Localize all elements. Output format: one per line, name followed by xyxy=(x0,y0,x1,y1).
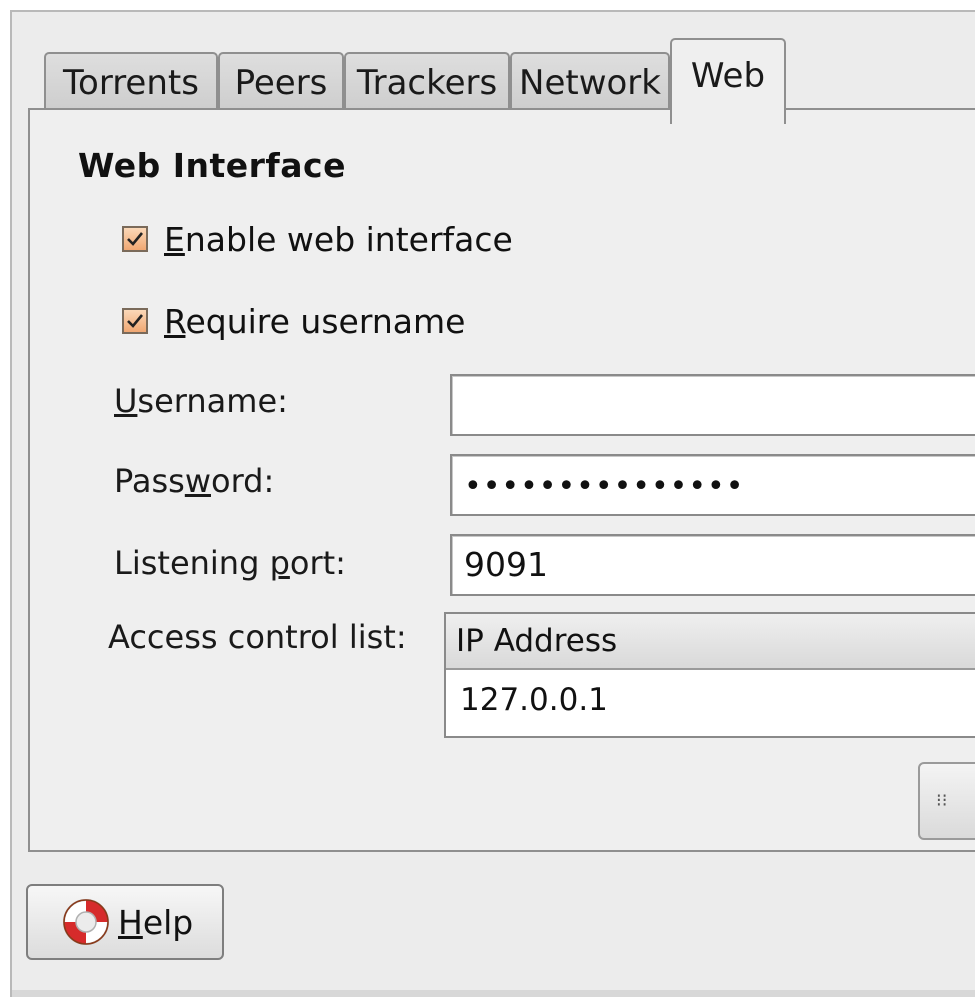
password-field[interactable]: ••••••••••••••• xyxy=(450,454,975,516)
life-ring-icon xyxy=(63,899,109,945)
help-button[interactable]: Help xyxy=(26,884,224,960)
checkmark-icon xyxy=(127,232,144,246)
acl-column-header[interactable]: IP Address xyxy=(446,614,975,670)
help-button-label: Help xyxy=(118,902,194,942)
dialog-bottom-edge xyxy=(12,990,975,997)
listening-port-field[interactable]: 9091 xyxy=(450,534,975,596)
window: Torrents Peers Trackers Network Web Web … xyxy=(0,0,975,1000)
enable-web-interface-row[interactable]: Enable web interface xyxy=(122,218,513,260)
listening-port-label: Listening port: xyxy=(114,544,346,582)
web-page-panel: Web Interface Enable web interface Requi… xyxy=(28,108,975,852)
acl-side-button[interactable]: ⁝⁝ xyxy=(918,762,975,840)
access-control-list[interactable]: IP Address 127.0.0.1 xyxy=(444,612,975,738)
access-control-list-label: Access control list: xyxy=(108,618,407,656)
enable-web-interface-checkbox[interactable] xyxy=(122,226,148,252)
checkmark-icon xyxy=(127,314,144,328)
password-value: ••••••••••••••• xyxy=(464,469,745,504)
tab-peers[interactable]: Peers xyxy=(218,52,344,112)
enable-web-interface-label: Enable web interface xyxy=(164,219,513,259)
tab-trackers[interactable]: Trackers xyxy=(344,52,510,112)
tab-torrents[interactable]: Torrents xyxy=(44,52,218,112)
tab-network[interactable]: Network xyxy=(510,52,670,112)
password-label: Password: xyxy=(114,462,275,500)
preferences-dialog: Torrents Peers Trackers Network Web Web … xyxy=(10,10,975,997)
username-field[interactable] xyxy=(450,374,975,436)
require-username-label: Require username xyxy=(164,301,466,341)
require-username-checkbox[interactable] xyxy=(122,308,148,334)
tab-web[interactable]: Web xyxy=(670,38,786,124)
username-label: Username: xyxy=(114,382,288,420)
acl-row[interactable]: 127.0.0.1 xyxy=(446,670,975,730)
section-title: Web Interface xyxy=(78,146,346,185)
require-username-row[interactable]: Require username xyxy=(122,300,465,342)
